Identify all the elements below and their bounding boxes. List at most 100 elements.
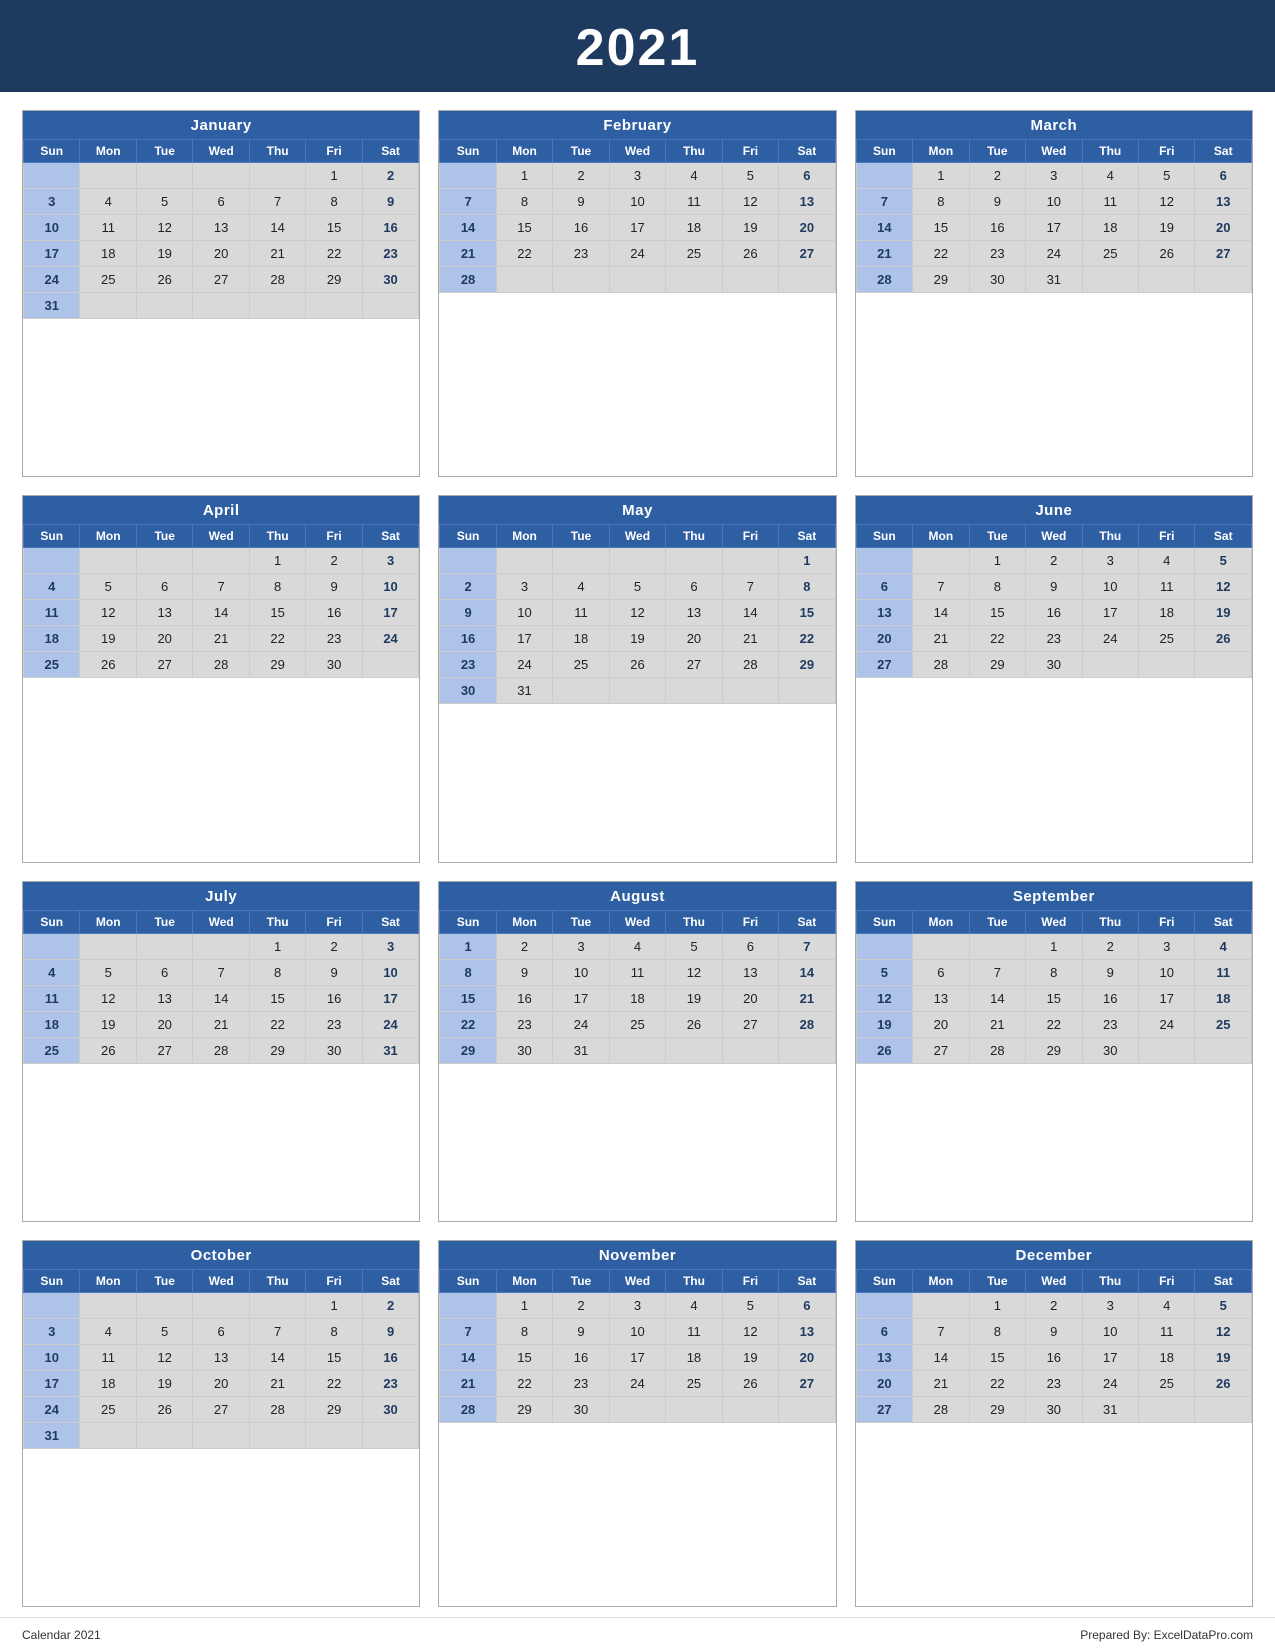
- week-row: 14151617181920: [440, 1344, 835, 1370]
- day-cell: [609, 267, 665, 293]
- month-calendar-november: NovemberSunMonTueWedThuFriSat12345678910…: [438, 1240, 836, 1607]
- day-cell: 29: [779, 652, 836, 678]
- day-header-wed: Wed: [609, 1269, 665, 1292]
- month-calendar-june: JuneSunMonTueWedThuFriSat123456789101112…: [855, 495, 1253, 862]
- day-cell: 4: [666, 163, 722, 189]
- month-calendar-january: JanuarySunMonTueWedThuFriSat123456789101…: [22, 110, 420, 477]
- day-cell: 4: [24, 959, 80, 985]
- day-cell: 28: [913, 652, 969, 678]
- day-cell: 20: [722, 985, 778, 1011]
- month-title: September: [856, 882, 1252, 910]
- week-row: 3456789: [24, 189, 419, 215]
- day-header-fri: Fri: [1139, 525, 1195, 548]
- day-cell: 5: [136, 189, 192, 215]
- day-header-fri: Fri: [1139, 1269, 1195, 1292]
- day-cell: 24: [609, 241, 665, 267]
- day-cell: 25: [1139, 626, 1195, 652]
- day-header-sun: Sun: [856, 525, 912, 548]
- week-row: 17181920212223: [24, 1370, 419, 1396]
- day-cell: 27: [856, 652, 912, 678]
- day-cell: 30: [306, 652, 362, 678]
- day-cell: [1195, 652, 1252, 678]
- day-cell: 29: [969, 652, 1025, 678]
- week-row: 2728293031: [856, 1396, 1251, 1422]
- day-header-sat: Sat: [779, 140, 836, 163]
- day-cell: 10: [24, 1344, 80, 1370]
- day-header-tue: Tue: [553, 525, 609, 548]
- day-cell: 30: [1082, 1037, 1138, 1063]
- day-header-thu: Thu: [666, 1269, 722, 1292]
- day-cell: [553, 267, 609, 293]
- day-cell: 12: [1195, 1318, 1252, 1344]
- day-cell: 11: [80, 215, 136, 241]
- day-cell: 2: [306, 933, 362, 959]
- day-cell: [913, 548, 969, 574]
- day-cell: [722, 678, 778, 704]
- day-cell: 7: [249, 1318, 305, 1344]
- day-cell: 2: [362, 163, 419, 189]
- day-cell: 26: [1195, 1370, 1252, 1396]
- day-cell: 29: [969, 1396, 1025, 1422]
- week-row: 3456789: [24, 1318, 419, 1344]
- day-header-sat: Sat: [362, 910, 419, 933]
- day-cell: 18: [24, 626, 80, 652]
- day-cell: [80, 1422, 136, 1448]
- day-cell: 11: [80, 1344, 136, 1370]
- day-header-mon: Mon: [80, 525, 136, 548]
- cal-table: SunMonTueWedThuFriSat1234567891011121314…: [23, 139, 419, 319]
- day-cell: 15: [1026, 985, 1082, 1011]
- day-cell: 15: [249, 600, 305, 626]
- day-cell: 9: [1026, 574, 1082, 600]
- day-cell: 3: [1026, 163, 1082, 189]
- day-cell: 12: [80, 985, 136, 1011]
- day-cell: 22: [969, 1370, 1025, 1396]
- day-cell: 29: [496, 1396, 552, 1422]
- day-cell: 20: [1195, 215, 1252, 241]
- week-row: 78910111213: [440, 1318, 835, 1344]
- day-cell: 11: [1139, 574, 1195, 600]
- day-header-tue: Tue: [553, 910, 609, 933]
- day-cell: 10: [609, 1318, 665, 1344]
- cal-table: SunMonTueWedThuFriSat1234567891011121314…: [439, 139, 835, 293]
- day-header-tue: Tue: [136, 525, 192, 548]
- month-title: July: [23, 882, 419, 910]
- day-cell: 7: [440, 1318, 496, 1344]
- day-cell: 13: [1195, 189, 1252, 215]
- day-cell: [609, 548, 665, 574]
- day-cell: 24: [1082, 1370, 1138, 1396]
- day-cell: 5: [609, 574, 665, 600]
- month-calendar-february: FebruarySunMonTueWedThuFriSat12345678910…: [438, 110, 836, 477]
- day-cell: 17: [496, 626, 552, 652]
- day-cell: [666, 267, 722, 293]
- day-cell: 7: [722, 574, 778, 600]
- day-cell: 25: [666, 241, 722, 267]
- day-cell: [722, 1037, 778, 1063]
- day-cell: [722, 1396, 778, 1422]
- day-cell: 14: [193, 985, 249, 1011]
- month-title: January: [23, 111, 419, 139]
- day-header-wed: Wed: [193, 525, 249, 548]
- day-cell: 13: [136, 985, 192, 1011]
- day-cell: 13: [779, 1318, 836, 1344]
- day-cell: 6: [136, 959, 192, 985]
- day-header-tue: Tue: [136, 140, 192, 163]
- day-cell: 27: [193, 267, 249, 293]
- day-cell: 3: [24, 1318, 80, 1344]
- day-cell: [306, 1422, 362, 1448]
- day-cell: 30: [969, 267, 1025, 293]
- day-cell: 17: [24, 241, 80, 267]
- day-cell: 11: [609, 959, 665, 985]
- week-row: 45678910: [24, 959, 419, 985]
- day-cell: 19: [1195, 1344, 1252, 1370]
- day-cell: 17: [362, 985, 419, 1011]
- day-cell: 13: [136, 600, 192, 626]
- day-cell: 23: [362, 241, 419, 267]
- day-header-sun: Sun: [856, 910, 912, 933]
- day-cell: 5: [80, 574, 136, 600]
- day-cell: [913, 1292, 969, 1318]
- cal-table: SunMonTueWedThuFriSat1234567891011121314…: [856, 910, 1252, 1064]
- day-cell: 29: [1026, 1037, 1082, 1063]
- day-cell: 4: [80, 189, 136, 215]
- day-header-sun: Sun: [440, 525, 496, 548]
- day-cell: 5: [856, 959, 912, 985]
